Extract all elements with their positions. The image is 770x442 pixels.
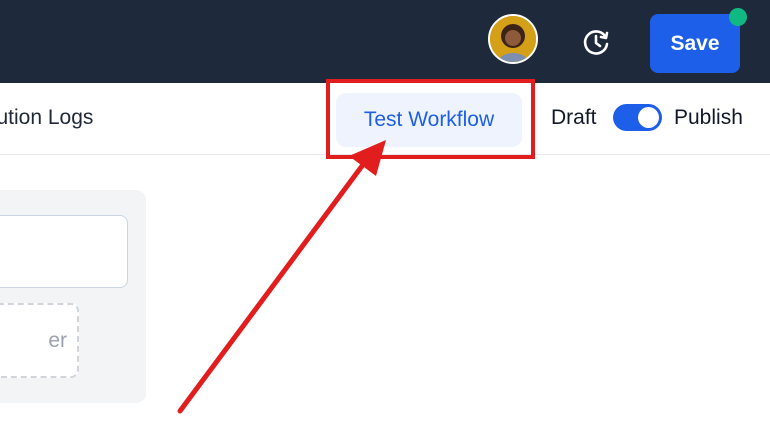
- history-button[interactable]: [579, 25, 613, 59]
- avatar-image: [490, 16, 536, 62]
- top-bar: Save: [0, 0, 770, 83]
- publish-toggle[interactable]: [613, 104, 662, 131]
- history-clock-icon: [583, 30, 609, 55]
- tab-execution-logs[interactable]: cution Logs: [0, 106, 93, 130]
- publish-label: Publish: [674, 106, 743, 129]
- workflow-toolbar: cution Logs Test Workflow Draft Publish: [0, 83, 770, 155]
- status-indicator-dot: [729, 8, 747, 26]
- panel-drop-zone[interactable]: er: [0, 303, 79, 378]
- panel-input-field[interactable]: [0, 215, 128, 288]
- save-button[interactable]: Save: [650, 14, 740, 73]
- test-workflow-button[interactable]: Test Workflow: [336, 93, 522, 147]
- trigger-panel: er: [0, 190, 146, 403]
- toggle-knob: [638, 107, 659, 128]
- draft-label: Draft: [551, 106, 597, 129]
- drop-zone-label: er: [48, 328, 67, 352]
- user-avatar[interactable]: [488, 14, 538, 64]
